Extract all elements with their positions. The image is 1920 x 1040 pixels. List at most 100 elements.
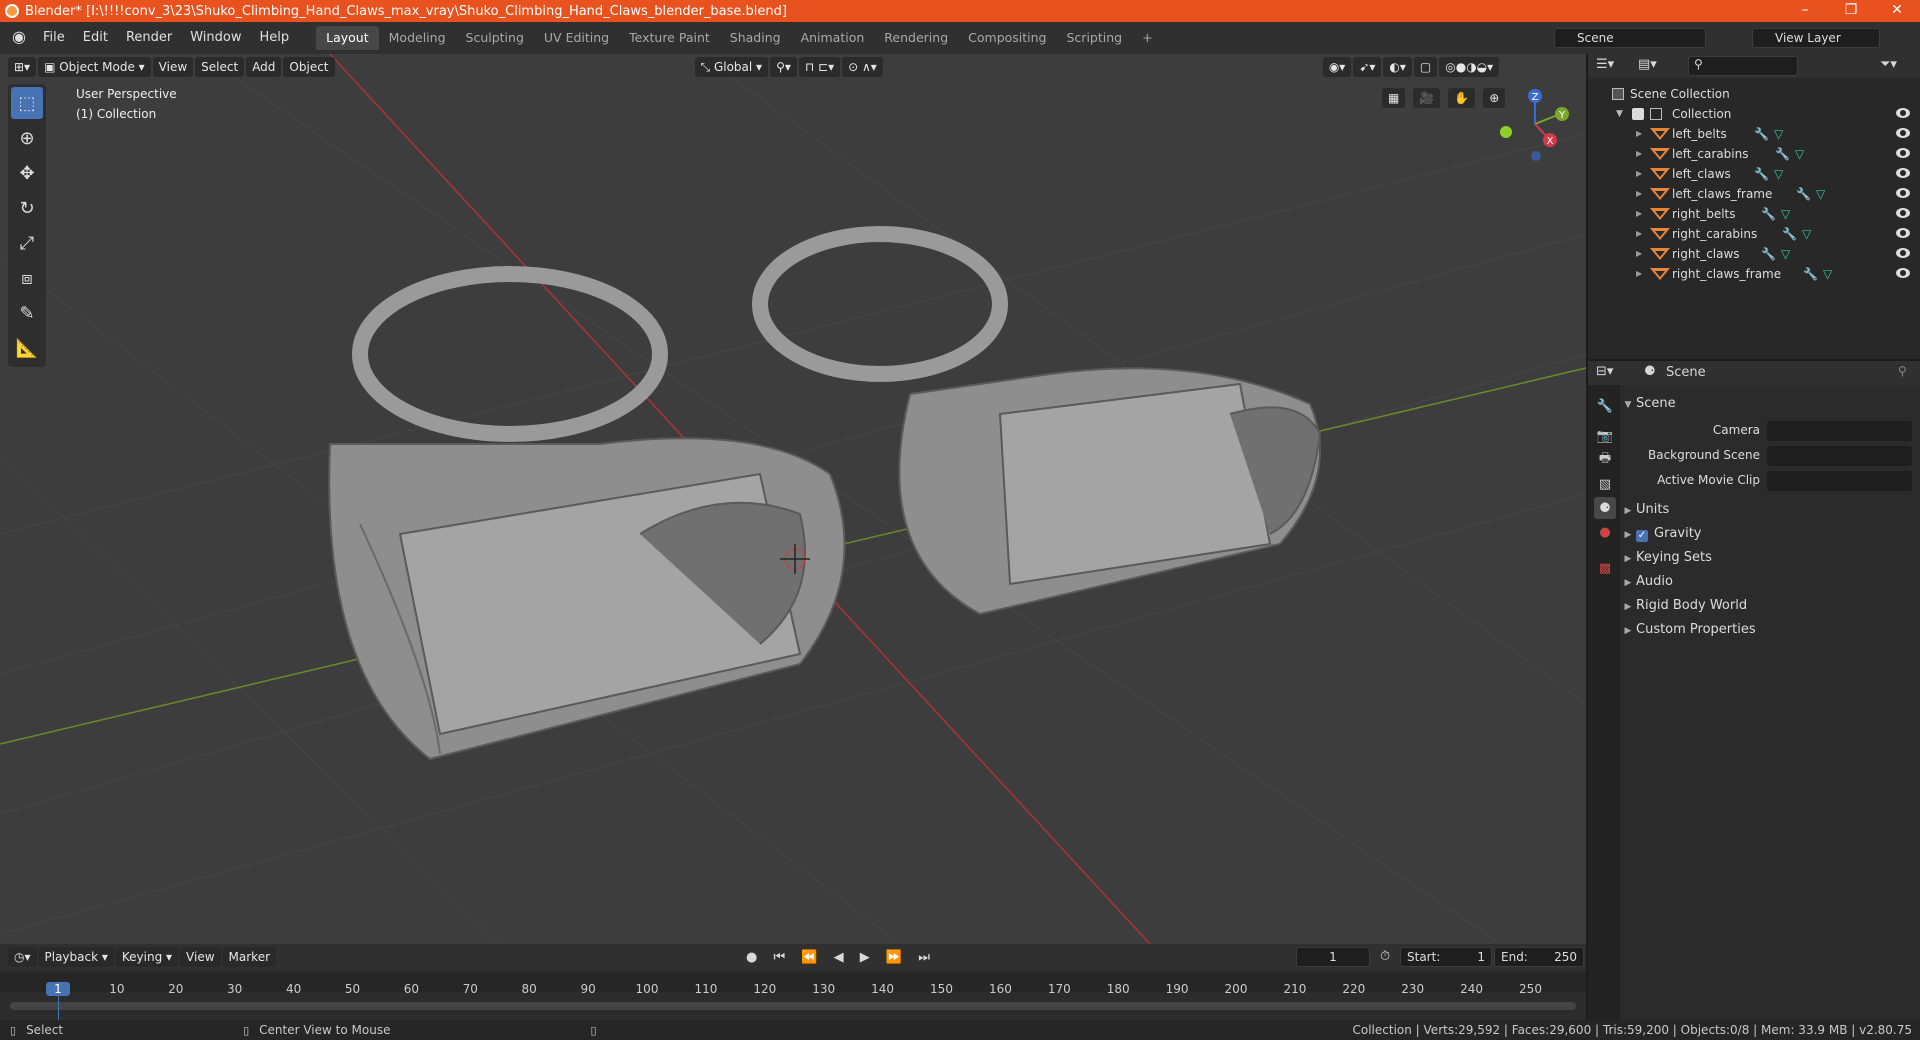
mesh-data-icon[interactable]: ▽ bbox=[1774, 124, 1783, 144]
timeline-menu-view[interactable]: View bbox=[180, 947, 221, 967]
modifier-wrench-icon[interactable]: 🔧 bbox=[1761, 204, 1776, 224]
navigation-gizmo[interactable]: Z Y X bbox=[1490, 84, 1570, 164]
outliner-item-left-belts[interactable]: ▶ left_belts 🔧 ▽ bbox=[1588, 124, 1920, 144]
visibility-eye-icon[interactable] bbox=[1896, 268, 1910, 278]
panel-gravity[interactable]: ▶ ✓ Gravity bbox=[1620, 523, 1920, 545]
current-frame-field[interactable]: 1 bbox=[1296, 947, 1370, 967]
world-tab-icon[interactable]: ● bbox=[1594, 521, 1616, 543]
active-movie-clip-field[interactable] bbox=[1767, 471, 1912, 491]
mesh-data-icon[interactable]: ▽ bbox=[1802, 224, 1811, 244]
gravity-checkbox[interactable]: ✓ bbox=[1636, 530, 1648, 542]
tab-sculpting[interactable]: Sculpting bbox=[456, 26, 534, 50]
panel-units[interactable]: ▶ Units bbox=[1620, 499, 1920, 521]
outliner-item-left-carabins[interactable]: ▶ left_carabins 🔧 ▽ bbox=[1588, 144, 1920, 164]
visibility-eye-icon[interactable] bbox=[1896, 148, 1910, 158]
mesh-data-icon[interactable]: ▽ bbox=[1816, 184, 1825, 204]
3d-viewport[interactable]: ⊞▾ ▣ Object Mode ▾ View Select Add Objec… bbox=[0, 54, 1586, 944]
expand-arrow-icon[interactable]: ▶ bbox=[1636, 124, 1642, 144]
add-workspace-button[interactable]: + bbox=[1132, 26, 1162, 50]
timeline-menu-marker[interactable]: Marker bbox=[222, 947, 277, 967]
visibility-eye-icon[interactable] bbox=[1896, 188, 1910, 198]
expand-arrow-icon[interactable]: ▶ bbox=[1636, 244, 1642, 264]
viewport-menu-object[interactable]: Object bbox=[283, 57, 335, 77]
display-mode-icon[interactable]: ▤▾ bbox=[1638, 57, 1657, 72]
tool-tab-icon[interactable]: 🔧 bbox=[1594, 395, 1616, 417]
expand-arrow-icon[interactable]: ▶ bbox=[1636, 204, 1642, 224]
menu-render[interactable]: Render bbox=[117, 27, 181, 49]
close-button[interactable]: ✕ bbox=[1874, 0, 1920, 22]
xray-icon[interactable]: ▢ bbox=[1413, 57, 1438, 77]
pivot-icon[interactable]: ⚲▾ bbox=[770, 57, 797, 77]
outliner-item-right-claws-frame[interactable]: ▶ right_claws_frame 🔧 ▽ bbox=[1588, 264, 1920, 284]
tab-shading[interactable]: Shading bbox=[720, 26, 791, 50]
view-layer-selector[interactable]: View Layer bbox=[1752, 28, 1880, 48]
viewport-menu-view[interactable]: View bbox=[152, 57, 194, 77]
gizmo-toggle-icon[interactable]: ➹▾ bbox=[1353, 57, 1382, 77]
tab-compositing[interactable]: Compositing bbox=[958, 26, 1056, 50]
expand-arrow-icon[interactable]: ▼ bbox=[1616, 104, 1623, 124]
rotate-tool-icon[interactable]: ↻ bbox=[11, 192, 43, 224]
mesh-data-icon[interactable]: ▽ bbox=[1774, 164, 1783, 184]
proportional-edit-icon[interactable]: ⊙ ∧▾ bbox=[842, 57, 883, 77]
outliner-collection[interactable]: ▼ Collection bbox=[1588, 104, 1920, 124]
editor-type-icon[interactable]: ⊞▾ bbox=[8, 57, 37, 77]
panel-rigid-body-world[interactable]: ▶ Rigid Body World bbox=[1620, 595, 1920, 617]
modifier-wrench-icon[interactable]: 🔧 bbox=[1796, 184, 1811, 204]
timeline-editor-icon[interactable]: ◷▾ bbox=[8, 947, 37, 967]
tab-texture-paint[interactable]: Texture Paint bbox=[619, 26, 720, 50]
expand-arrow-icon[interactable]: ▶ bbox=[1636, 264, 1642, 284]
ortho-toggle-icon[interactable]: ▦ bbox=[1382, 88, 1406, 108]
move-tool-icon[interactable]: ✥ bbox=[11, 157, 43, 189]
select-box-tool-icon[interactable]: ⬚ bbox=[11, 87, 43, 119]
modifier-wrench-icon[interactable]: 🔧 bbox=[1803, 264, 1818, 284]
mesh-data-icon[interactable]: ▽ bbox=[1781, 244, 1790, 264]
tab-modeling[interactable]: Modeling bbox=[379, 26, 456, 50]
scene-selector[interactable]: Scene bbox=[1554, 28, 1706, 48]
tab-scripting[interactable]: Scripting bbox=[1057, 26, 1133, 50]
outliner-item-right-belts[interactable]: ▶ right_belts 🔧 ▽ bbox=[1588, 204, 1920, 224]
timeline-menu-playback[interactable]: Playback ▾ bbox=[38, 947, 114, 967]
playback-controls[interactable]: ● ⏮ ⏪ ◀ ▶ ⏩ ⏭ bbox=[746, 950, 936, 965]
blender-menu-icon[interactable]: ◉ bbox=[8, 27, 30, 49]
expand-arrow-icon[interactable]: ▶ bbox=[1636, 144, 1642, 164]
visibility-eye-icon[interactable] bbox=[1896, 168, 1910, 178]
outliner-item-left-claws-frame[interactable]: ▶ left_claws_frame 🔧 ▽ bbox=[1588, 184, 1920, 204]
overlay-toggle-icon[interactable]: ◐▾ bbox=[1383, 57, 1412, 77]
timeline-scrollbar[interactable] bbox=[10, 1002, 1576, 1010]
properties-editor-icon[interactable]: ⊟▾ bbox=[1596, 364, 1613, 379]
scene-tab-icon[interactable]: ⚈ bbox=[1594, 497, 1616, 519]
mesh-data-icon[interactable]: ▽ bbox=[1781, 204, 1790, 224]
expand-arrow-icon[interactable]: ▶ bbox=[1636, 224, 1642, 244]
maximize-button[interactable]: ❐ bbox=[1828, 0, 1874, 22]
tab-uv-editing[interactable]: UV Editing bbox=[534, 26, 619, 50]
snap-icon[interactable]: ⊓ ⊏▾ bbox=[798, 57, 841, 77]
panel-keying-sets[interactable]: ▶ Keying Sets bbox=[1620, 547, 1920, 569]
start-frame-field[interactable]: Start: 1 bbox=[1400, 947, 1492, 967]
mesh-data-icon[interactable]: ▽ bbox=[1823, 264, 1832, 284]
stopwatch-icon[interactable]: ⏱ bbox=[1380, 949, 1390, 964]
checkbox-icon[interactable] bbox=[1632, 108, 1644, 120]
minimize-button[interactable]: – bbox=[1782, 0, 1828, 22]
panel-audio[interactable]: ▶ Audio bbox=[1620, 571, 1920, 593]
timeline-menu-keying[interactable]: Keying ▾ bbox=[115, 947, 179, 967]
orientation-select[interactable]: ⤡ Global ▾ bbox=[694, 57, 769, 77]
modifier-wrench-icon[interactable]: 🔧 bbox=[1754, 124, 1769, 144]
measure-tool-icon[interactable]: 📐 bbox=[11, 332, 43, 364]
background-scene-field[interactable] bbox=[1767, 446, 1912, 466]
visibility-eye-icon[interactable] bbox=[1896, 208, 1910, 218]
texture-tab-icon[interactable]: ▩ bbox=[1594, 557, 1616, 579]
object-mode-select[interactable]: ▣ Object Mode ▾ bbox=[38, 57, 151, 77]
expand-arrow-icon[interactable]: ▶ bbox=[1636, 164, 1642, 184]
camera-view-icon[interactable]: 🎥 bbox=[1413, 88, 1441, 108]
pin-icon[interactable]: ⚲ bbox=[1898, 364, 1907, 378]
modifier-wrench-icon[interactable]: 🔧 bbox=[1775, 144, 1790, 164]
viewport-menu-add[interactable]: Add bbox=[246, 57, 282, 77]
transform-tool-icon[interactable]: ⧈ bbox=[11, 262, 43, 294]
mesh-data-icon[interactable]: ▽ bbox=[1795, 144, 1804, 164]
modifier-wrench-icon[interactable]: 🔧 bbox=[1761, 244, 1776, 264]
menu-edit[interactable]: Edit bbox=[74, 27, 117, 49]
visibility-eye-icon[interactable] bbox=[1896, 228, 1910, 238]
outliner-search-input[interactable] bbox=[1688, 56, 1798, 76]
viewport-menu-select[interactable]: Select bbox=[195, 57, 245, 77]
outliner-item-right-carabins[interactable]: ▶ right_carabins 🔧 ▽ bbox=[1588, 224, 1920, 244]
